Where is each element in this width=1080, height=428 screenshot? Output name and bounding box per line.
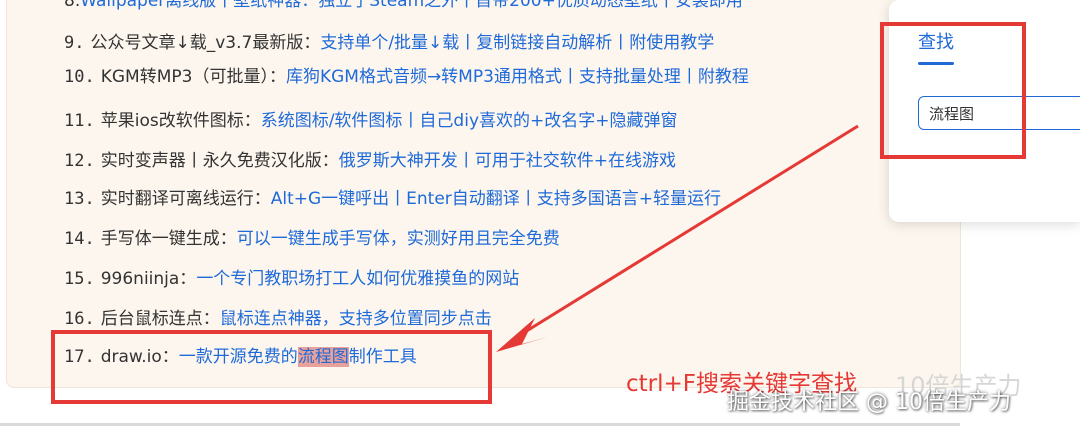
annotation-arrow: [496, 124, 859, 352]
watermark: 掘金技术社区 @ 10倍生产力: [727, 390, 1011, 415]
